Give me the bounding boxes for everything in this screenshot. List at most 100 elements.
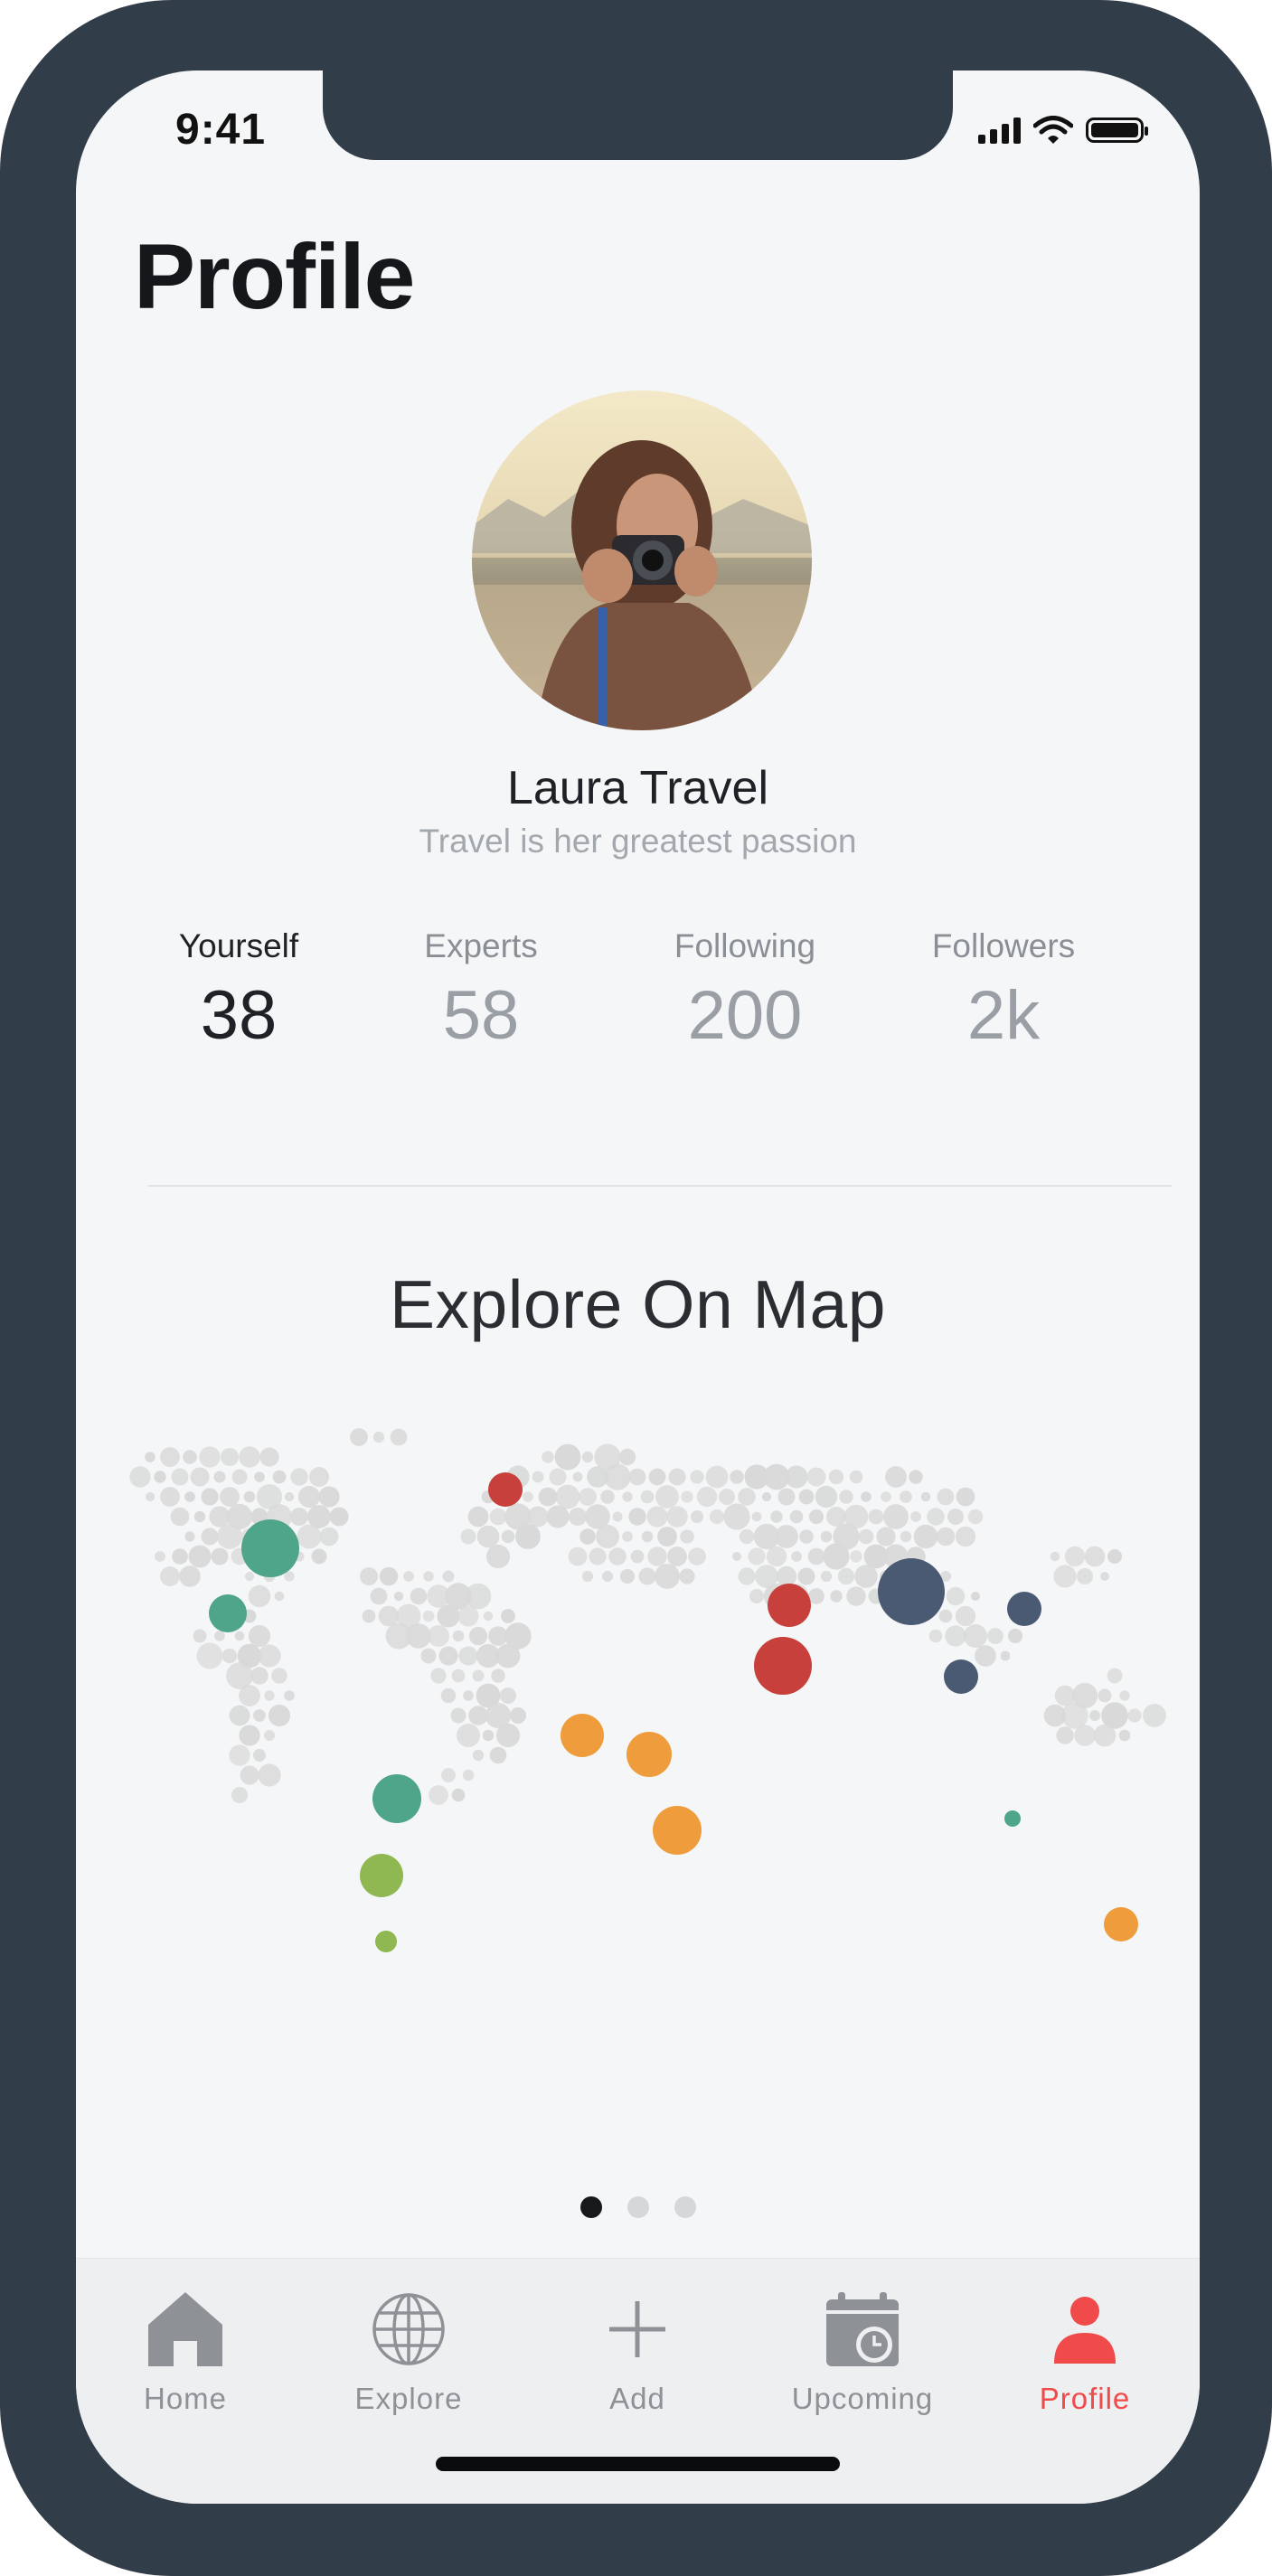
map-dot xyxy=(808,1509,824,1525)
map-dot xyxy=(542,1451,554,1463)
map-dot xyxy=(555,1484,580,1509)
map-dot xyxy=(253,1709,266,1722)
map-dot xyxy=(274,1591,285,1602)
map-dot xyxy=(655,1564,680,1589)
map-dot xyxy=(749,1589,764,1603)
map-dot xyxy=(900,1490,912,1503)
map-dot xyxy=(379,1566,399,1586)
wifi-icon xyxy=(1033,116,1073,144)
map-dot xyxy=(155,1551,165,1562)
map-dot xyxy=(430,1668,447,1684)
map-dot xyxy=(955,1605,976,1627)
map-dot xyxy=(390,1428,408,1446)
tab-add[interactable]: Add xyxy=(547,2259,728,2416)
map-pin-russia[interactable] xyxy=(878,1558,945,1625)
map-dot xyxy=(467,1506,489,1528)
tab-label: Add xyxy=(609,2382,665,2415)
map-pin-southern-africa[interactable] xyxy=(653,1806,702,1855)
map-dot xyxy=(967,1509,984,1525)
map-pin-mongolia[interactable] xyxy=(1007,1592,1041,1626)
status-icons xyxy=(978,116,1148,145)
map-dot xyxy=(622,1531,633,1542)
page-title: Profile xyxy=(134,225,415,328)
tab-upcoming[interactable]: Upcoming xyxy=(772,2259,953,2416)
page-dot[interactable] xyxy=(674,2196,696,2218)
map-dot xyxy=(462,1769,475,1782)
map-pin-mexico[interactable] xyxy=(209,1594,247,1632)
map-pin-australia[interactable] xyxy=(1104,1907,1138,1941)
map-dot xyxy=(738,1567,756,1585)
map-dot xyxy=(987,1628,1003,1644)
map-dot xyxy=(527,1506,549,1528)
world-dot-map[interactable] xyxy=(76,1408,1200,2059)
map-dot xyxy=(839,1490,853,1504)
map-dot xyxy=(250,1667,269,1685)
map-pin-north-america[interactable] xyxy=(241,1519,299,1577)
map-dot xyxy=(808,1588,824,1604)
stat-yourself[interactable]: Yourself 38 xyxy=(112,927,365,1055)
avatar-photo xyxy=(472,390,812,730)
map-pin-china[interactable] xyxy=(944,1659,978,1694)
avatar[interactable] xyxy=(472,390,812,730)
map-dot xyxy=(468,1706,488,1725)
stat-following[interactable]: Following 200 xyxy=(618,927,872,1055)
map-dot xyxy=(820,1530,833,1543)
map-pin-indonesia[interactable] xyxy=(1004,1810,1021,1827)
calendar-clock-icon xyxy=(826,2292,899,2366)
map-pin-central-europe[interactable] xyxy=(754,1637,812,1695)
tab-home[interactable]: Home xyxy=(95,2259,276,2416)
tab-explore[interactable]: Explore xyxy=(318,2259,499,2416)
map-dot xyxy=(581,1570,594,1583)
map-dot xyxy=(160,1447,180,1467)
map-dot xyxy=(738,1488,756,1506)
map-dot xyxy=(154,1471,166,1483)
map-dot xyxy=(579,1488,597,1506)
map-dot xyxy=(596,1525,619,1548)
stat-followers[interactable]: Followers 2k xyxy=(877,927,1130,1055)
map-dot xyxy=(910,1511,921,1522)
page-dot[interactable] xyxy=(627,2196,649,2218)
map-dot xyxy=(221,1448,239,1466)
map-dot xyxy=(284,1491,295,1502)
map-dot xyxy=(184,1531,195,1542)
map-dot xyxy=(145,1491,155,1502)
battery-icon xyxy=(1086,118,1148,143)
map-dot xyxy=(190,1467,210,1487)
map-dot xyxy=(483,1611,494,1622)
map-pin-central-africa[interactable] xyxy=(627,1732,672,1777)
stat-value: 38 xyxy=(200,977,278,1054)
map-dot xyxy=(268,1704,291,1727)
map-pin-iceland[interactable] xyxy=(488,1472,523,1507)
map-dot xyxy=(554,1443,581,1471)
map-pin-colombia[interactable] xyxy=(372,1774,421,1823)
tab-profile[interactable]: Profile xyxy=(994,2259,1175,2416)
map-dot xyxy=(938,1609,953,1623)
map-dot xyxy=(668,1468,686,1486)
map-dot xyxy=(640,1490,655,1504)
map-dot xyxy=(723,1503,750,1530)
stat-experts[interactable]: Experts 58 xyxy=(354,927,608,1055)
map-dot xyxy=(239,1725,260,1746)
map-pin-argentina[interactable] xyxy=(375,1931,397,1952)
map-dot xyxy=(463,1690,474,1701)
page-dot-active[interactable] xyxy=(579,2196,602,2218)
map-dot xyxy=(199,1446,221,1468)
map-pin-brazil[interactable] xyxy=(360,1854,403,1897)
map-dot xyxy=(647,1547,667,1566)
map-dot xyxy=(1143,1704,1166,1727)
page-indicator[interactable] xyxy=(76,2196,1200,2218)
map-dot xyxy=(608,1547,627,1565)
map-dot xyxy=(900,1530,912,1543)
map-dot xyxy=(850,1550,862,1563)
map-pin-scandinavia[interactable] xyxy=(768,1584,811,1627)
map-dot xyxy=(690,1470,704,1484)
map-dot xyxy=(468,1626,488,1646)
map-dot xyxy=(244,1571,255,1582)
map-dot xyxy=(1093,1724,1117,1747)
map-dot xyxy=(248,1584,271,1608)
map-pin-west-africa[interactable] xyxy=(561,1714,604,1757)
map-dot xyxy=(229,1705,250,1726)
profile-stats: Yourself 38 Experts 58 Following 200 Fol… xyxy=(112,927,1175,1063)
map-dot xyxy=(495,1643,521,1669)
map-dot xyxy=(798,1489,815,1505)
